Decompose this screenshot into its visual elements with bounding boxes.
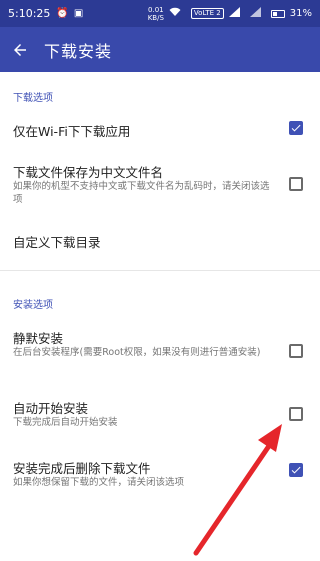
back-button[interactable] <box>0 27 40 72</box>
pref-title: 安装完成后删除下载文件 <box>13 461 151 476</box>
section-header-install: 安装选项 <box>13 300 53 311</box>
check-icon <box>291 124 301 132</box>
signal-2-icon <box>249 7 261 20</box>
status-right: 0.01 KB/S VoLTE 2 31% <box>148 6 312 22</box>
wifi-icon <box>169 7 181 20</box>
page-title: 下载安装 <box>44 41 113 61</box>
pref-delete-after-install[interactable]: 安装完成后删除下载文件 如果你想保留下载的文件，请关闭该选项 <box>0 452 320 496</box>
pref-summary: 下载完成后自动开始安装 <box>13 417 118 428</box>
battery-percent: 31% <box>289 8 312 19</box>
section-divider <box>0 270 320 271</box>
pref-custom-directory[interactable]: 自定义下载目录 <box>0 222 320 260</box>
pref-summary: 如果你的机型不支持中文或下载文件名为乱码时，请关闭该选项 <box>13 181 270 205</box>
pref-title: 仅在Wi-Fi下下载应用 <box>13 124 131 139</box>
pref-title: 自动开始安装 <box>13 401 89 416</box>
checkbox-wifi-only[interactable] <box>289 121 303 135</box>
pref-auto-install[interactable]: 自动开始安装 下载完成后自动开始安装 <box>0 392 320 436</box>
pref-title: 下载文件保存为中文文件名 <box>13 165 164 180</box>
pref-title: 自定义下载目录 <box>13 235 101 250</box>
network-speed-value: 0.01 <box>148 5 164 14</box>
checkbox-auto-install[interactable] <box>289 407 303 421</box>
section-header-download: 下载选项 <box>13 93 53 104</box>
status-time: 5:10:25 <box>8 7 51 20</box>
volte-badge: VoLTE 2 <box>190 8 224 19</box>
status-bar: 5:10:25 ⏰ ▣ 0.01 KB/S VoLTE 2 31% <box>0 0 320 27</box>
checkbox-silent-install[interactable] <box>289 344 303 358</box>
app-bar: 下载安装 <box>0 27 320 72</box>
network-speed: 0.01 KB/S <box>148 6 164 22</box>
network-speed-unit: KB/S <box>147 13 164 22</box>
checkbox-delete-after-install[interactable] <box>289 463 303 477</box>
pref-summary: 如果你想保留下载的文件，请关闭该选项 <box>13 477 185 488</box>
signal-icon <box>228 7 240 20</box>
battery-icon <box>270 9 285 18</box>
pref-summary: 在后台安装程序(需要Root权限，如果没有则进行普通安装) <box>13 347 261 358</box>
checkbox-chinese-filename[interactable] <box>289 177 303 191</box>
pref-silent-install[interactable]: 静默安装 在后台安装程序(需要Root权限，如果没有则进行普通安装) <box>0 322 320 378</box>
arrow-left-icon <box>14 43 26 56</box>
alarm-icon: ⏰ <box>56 7 69 19</box>
check-icon <box>291 466 301 474</box>
pref-title: 静默安装 <box>13 331 64 346</box>
image-notification-icon: ▣ <box>73 7 84 19</box>
pref-wifi-only[interactable]: 仅在Wi-Fi下下载应用 <box>0 108 320 150</box>
pref-chinese-filename[interactable]: 下载文件保存为中文文件名 如果你的机型不支持中文或下载文件名为乱码时，请关闭该选… <box>0 156 320 212</box>
